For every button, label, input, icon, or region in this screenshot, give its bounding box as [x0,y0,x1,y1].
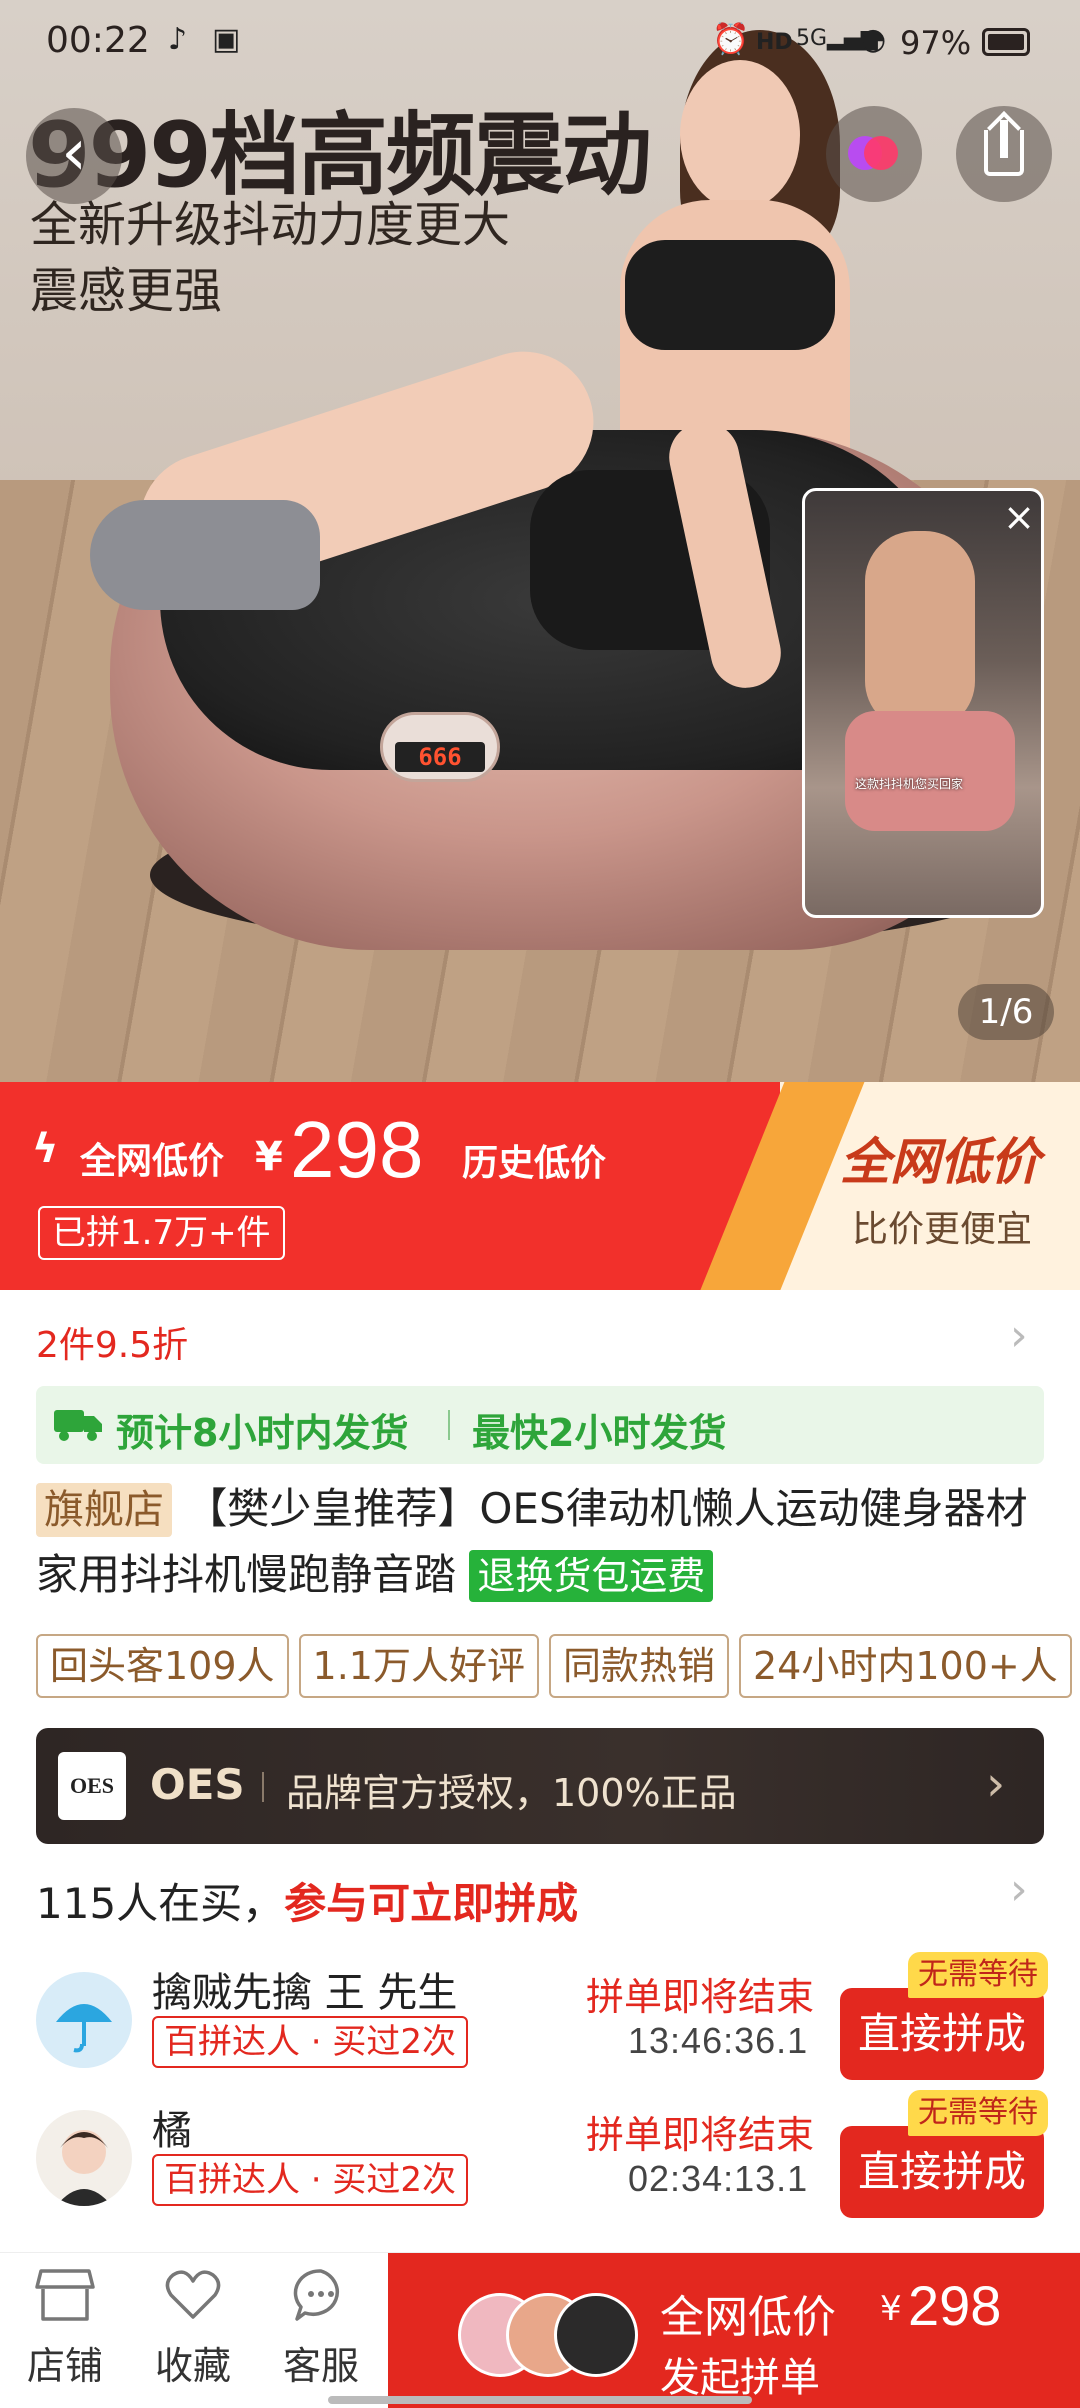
ending-label: 拼单即将结束 [586,1975,815,2019]
battery-percent: 97% [900,24,972,62]
sold-count-badge: 已拼1.7万+件 [38,1206,285,1260]
store-button[interactable]: 店铺 [10,2267,120,2390]
close-icon[interactable]: × [1001,498,1037,536]
no-wait-badge: 无需等待 [908,2090,1048,2136]
chevron-right-icon: › [1010,1310,1028,1361]
promo-title: 全网低价 [840,1133,1040,1191]
avatar [36,2110,132,2206]
tiktok-icon: ♪ [168,22,188,57]
umbrella-icon [56,2004,112,2053]
hero-subline-2: 震感更强 [30,263,223,319]
price-value: 298 [290,1105,424,1194]
brand-authorization-text: 品牌官方授权，100%正品 [286,1771,737,1815]
cta-currency: ¥ [880,2289,902,2329]
customer-service-button[interactable]: 客服 [266,2267,376,2390]
no-wait-badge: 无需等待 [908,1952,1048,1998]
shipping-fastest: 最快2小时发货 [472,1411,727,1455]
model-shoes [90,500,320,610]
store-label: 店铺 [26,2344,103,2388]
currency-symbol: ¥ [255,1134,283,1180]
battery-icon [982,28,1030,56]
model-sports-bra [625,240,835,350]
group-buy-count-text: 115人在买， [36,1879,285,1928]
status-time: 00:22 [46,20,150,61]
video-machine [845,711,1015,831]
video-person [865,531,975,731]
user-name: 擒贼先擒 王 先生 [152,1970,458,2016]
tag-recent-buyers[interactable]: 24小时内100+人 [738,1634,1072,1698]
group-buy-count: 115人在买，参与可立即拼成 [36,1870,578,1931]
brand-logo: OES [58,1752,126,1820]
countdown-timer: 02:34:13.1 [628,2158,809,2199]
shipping-estimate: 预计8小时内发货 [116,1411,409,1455]
product-details: 2件9.5折 › 预计8小时内发货 最快2小时发货 旗舰店 【樊少皇推荐】OES… [0,1290,1080,2252]
tag-list: 回头客109人 1.1万人好评 同款热销 24小时内100+人 [36,1634,1080,1700]
shipping-banner: 预计8小时内发货 最快2小时发货 [36,1386,1044,1464]
tag-good-reviews[interactable]: 1.1万人好评 [298,1634,539,1698]
customer-service-label: 客服 [282,2344,359,2388]
start-group-buy-button[interactable]: 全网低价 ¥ 298 发起拼单 [388,2253,1080,2408]
divider [262,1772,264,1802]
user-name: 橘 [152,2108,192,2154]
status-bar: 00:22 ♪ ▣ ⏰ HD 5G▂▄▆ ◔ 97% [0,0,1080,86]
group-buy-highlight: 参与可立即拼成 [284,1879,579,1928]
heart-icon [165,2270,221,2319]
share-button[interactable] [956,106,1052,202]
low-price-label: 全网低价 [80,1141,225,1182]
user-portrait-icon [56,2130,112,2206]
video-preview[interactable]: 这款抖抖机您买回家 × [802,488,1044,918]
machine-display: 666 [395,742,485,772]
back-button[interactable]: ‹ [26,108,122,204]
divider [448,1410,450,1440]
store-icon [35,2269,95,2321]
promo-subtitle: 比价更便宜 [852,1209,1033,1250]
history-low-label: 历史低价 [462,1143,607,1184]
hero-subline-1: 全新升级抖动力度更大 [30,197,511,253]
wifi-icon: ◔ [860,22,887,57]
truck-icon [54,1410,102,1441]
product-image-carousel[interactable]: 666 999档高频震动 全新升级抖动力度更大 震感更强 00:22 ♪ ▣ ⏰… [0,0,1080,1082]
user-badge: 百拼达人 · 买过2次 [152,2016,469,2068]
user-badge: 百拼达人 · 买过2次 [152,2154,469,2206]
chevron-left-icon: ‹ [61,116,87,190]
partner-app-button[interactable] [826,106,922,202]
cta-price: 298 [908,2274,1002,2337]
bottom-action-bar: 店铺 收藏 客服 全网低价 ¥ 298 发起拼单 [0,2252,1080,2408]
hero-subline: 全新升级抖动力度更大 震感更强 [30,192,590,324]
alarm-icon: ⏰ [712,22,750,57]
price-banner: ϟ 全网低价 ¥ 298 历史低价 已拼1.7万+件 全网低价 比价更便宜 [0,1082,1080,1290]
discount-text: 2件9.5折 [36,1325,189,1366]
tag-hot-seller[interactable]: 同款热销 [548,1634,729,1698]
image-counter: 1/6 [958,984,1054,1040]
buyer-avatars [458,2293,638,2383]
lightning-icon: ϟ [32,1126,59,1172]
group-buy-row: 擒贼先擒 王 先生 百拼达人 · 买过2次 拼单即将结束 13:46:36.1 … [0,1952,1080,2088]
ending-label: 拼单即将结束 [586,2113,815,2157]
join-group-button[interactable]: 直接拼成 [840,1988,1044,2080]
flagship-store-badge: 旗舰店 [36,1483,172,1537]
chevron-right-icon: › [1010,1864,1028,1915]
tag-repeat-customers[interactable]: 回头客109人 [36,1634,289,1698]
product-title: 旗舰店 【樊少皇推荐】OES律动机懒人运动健身器材家用抖抖机慢跑静音踏 退换货包… [36,1476,1056,1608]
free-return-badge: 退换货包运费 [469,1550,714,1602]
group-buy-row: 橘 百拼达人 · 买过2次 拼单即将结束 02:34:13.1 直接拼成 无需等… [0,2090,1080,2226]
brand-name: OES [150,1760,245,1809]
countdown-timer: 13:46:36.1 [628,2020,809,2061]
chevron-right-icon: › [986,1756,1006,1812]
favorite-button[interactable]: 收藏 [138,2267,248,2390]
avatar [554,2293,638,2377]
cta-action: 发起拼单 [660,2355,820,2401]
video-caption: 这款抖抖机您买回家 [855,777,964,791]
favorite-label: 收藏 [154,2344,231,2388]
chat-icon [293,2269,339,2321]
home-indicator [328,2396,752,2404]
avatar [36,1972,132,2068]
partner-app-icon [848,130,900,178]
cta-label: 全网低价 [660,2292,836,2343]
hd-icon: HD [756,30,793,55]
app-notification-icon: ▣ [212,22,241,57]
brand-authorization-bar[interactable]: OES OES 品牌官方授权，100%正品 › [36,1728,1044,1844]
join-group-button[interactable]: 直接拼成 [840,2126,1044,2218]
